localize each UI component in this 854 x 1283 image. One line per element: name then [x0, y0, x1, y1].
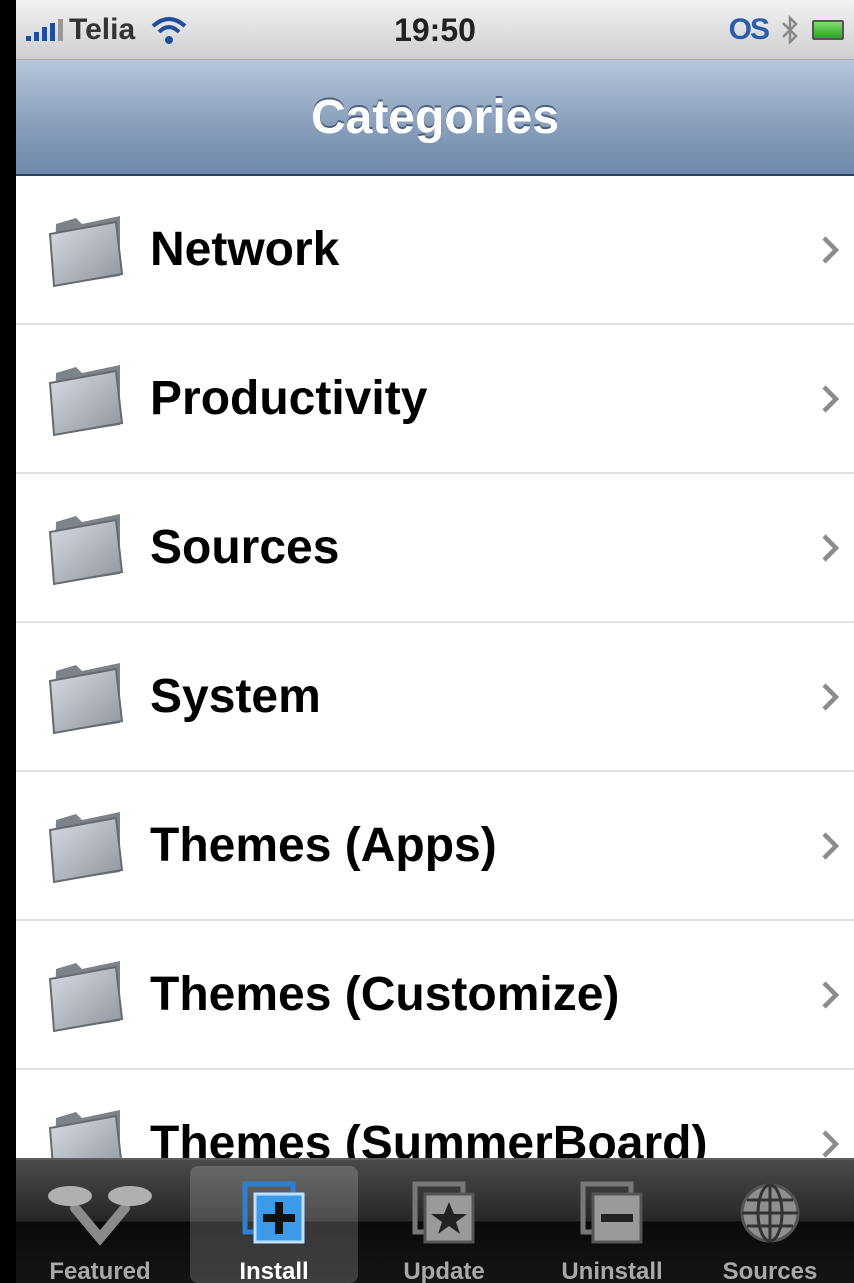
sources-globe-icon — [740, 1183, 800, 1243]
featured-icon — [48, 1186, 152, 1246]
category-row-sources[interactable]: Sources — [16, 474, 854, 623]
folder-icon — [48, 663, 124, 735]
folder-icon — [48, 514, 124, 586]
tab-label: Update — [403, 1258, 485, 1283]
folder-icon — [48, 812, 124, 884]
tab-update[interactable]: Update — [360, 1166, 528, 1283]
tab-label: Featured — [49, 1258, 151, 1283]
tab-featured[interactable]: Featured — [16, 1166, 184, 1283]
status-right-icons: OS — [729, 12, 844, 48]
folder-icon — [48, 365, 124, 437]
tab-uninstall[interactable]: Uninstall — [528, 1166, 696, 1283]
folder-icon — [48, 961, 124, 1033]
category-label: Themes (Customize) — [150, 968, 620, 1021]
tab-label: Uninstall — [561, 1258, 663, 1283]
tab-label: Sources — [722, 1258, 818, 1283]
navigation-bar: Categories — [16, 60, 854, 176]
battery-icon — [812, 20, 844, 40]
update-icon — [412, 1181, 475, 1244]
chevron-right-icon — [822, 683, 840, 711]
category-label: Network — [150, 223, 340, 276]
os-status-icon: OS — [728, 13, 770, 46]
category-row-network[interactable]: Network — [16, 176, 854, 325]
category-label: System — [150, 670, 321, 723]
tab-label: Install — [239, 1258, 309, 1283]
chevron-right-icon — [822, 534, 840, 562]
chevron-right-icon — [822, 832, 840, 860]
category-row-productivity[interactable]: Productivity — [16, 325, 854, 474]
category-row-themes-apps[interactable]: Themes (Apps) — [16, 772, 854, 921]
chevron-right-icon — [822, 981, 840, 1009]
category-row-themes-customize[interactable]: Themes (Customize) — [16, 921, 854, 1070]
chevron-right-icon — [822, 1130, 840, 1158]
chevron-right-icon — [822, 236, 840, 264]
category-row-system[interactable]: System — [16, 623, 854, 772]
bluetooth-icon — [782, 14, 798, 46]
tab-install[interactable]: Install — [190, 1166, 358, 1283]
page-title: Categories — [310, 91, 560, 144]
folder-icon — [48, 216, 124, 288]
category-label: Sources — [150, 521, 340, 574]
category-label: Themes (Apps) — [150, 819, 497, 872]
tab-bar: Featured Install Update Uninstall Source… — [16, 1158, 854, 1283]
category-label: Productivity — [150, 372, 428, 425]
phone-screen: Telia 19:50 OS Categories Network Produc… — [16, 0, 854, 1283]
status-bar: Telia 19:50 OS — [16, 0, 854, 60]
tab-sources[interactable]: Sources — [686, 1166, 854, 1283]
uninstall-icon — [580, 1181, 643, 1244]
install-icon — [242, 1181, 305, 1244]
category-list: Network Productivity Sources System Them… — [16, 176, 854, 1219]
chevron-right-icon — [822, 385, 840, 413]
